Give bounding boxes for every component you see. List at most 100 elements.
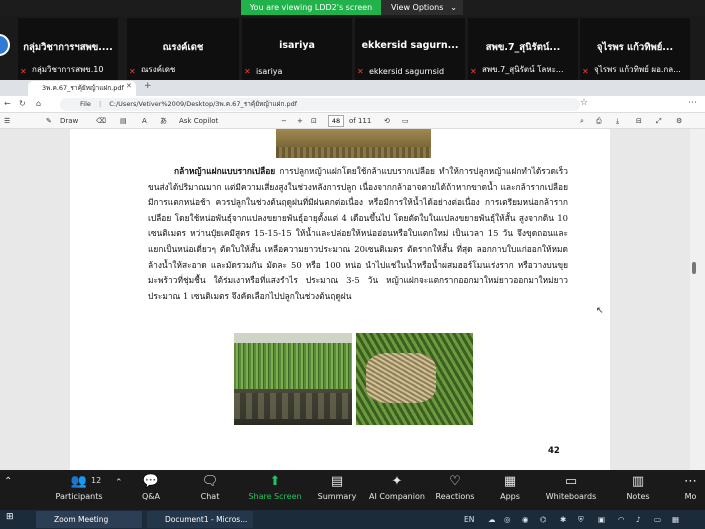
- viewing-screen-banner: You are viewing LDD2's screen: [241, 0, 381, 15]
- url-field[interactable]: File | C:/Users/Vetiver%2009/Desktop/3พ.…: [60, 98, 580, 111]
- save-as-icon[interactable]: ⊟: [636, 115, 642, 127]
- back-icon[interactable]: ←: [4, 99, 11, 108]
- participant-label: สพข.7_สุนิรัตน์ โลหะ...: [482, 65, 564, 74]
- muted-mic-icon: ✕: [129, 67, 136, 76]
- home-icon[interactable]: ⌂: [36, 99, 41, 108]
- zoom-in-button[interactable]: +: [297, 115, 303, 127]
- reactions-label: Reactions: [435, 492, 475, 501]
- apps-button[interactable]: ▦ Apps: [479, 472, 541, 501]
- two-page-icon[interactable]: ▭: [402, 115, 409, 127]
- volume-icon[interactable]: ♪: [636, 510, 641, 529]
- battery-icon[interactable]: ▭: [654, 510, 661, 529]
- ask-copilot-button[interactable]: Ask Copilot: [179, 115, 218, 127]
- zoom-out-button[interactable]: −: [281, 115, 287, 127]
- file-label: File: [80, 100, 91, 108]
- summary-button[interactable]: ▤ Summary: [306, 472, 368, 501]
- participant-tile[interactable]: กลุ่มวิชาการฯสพข.... ✕ กลุ่มวิชาการสพข.1…: [18, 18, 118, 80]
- display-icon[interactable]: ▣: [598, 510, 605, 529]
- network-icon[interactable]: ⌬: [540, 510, 547, 529]
- muted-mic-icon: ✕: [20, 67, 27, 76]
- save-icon[interactable]: ⤓: [616, 115, 619, 127]
- apps-label: Apps: [500, 492, 520, 501]
- rooted-slips-photo: [356, 333, 473, 425]
- ai-companion-button[interactable]: ✦ AI Companion: [362, 472, 432, 501]
- participant-label: isariya: [256, 67, 283, 76]
- cloud-sync-icon[interactable]: ☁: [488, 510, 496, 529]
- notes-icon: ▥: [631, 474, 645, 489]
- share-screen-icon: ⬆: [269, 474, 281, 489]
- new-tab-icon[interactable]: +: [144, 81, 152, 91]
- more-button[interactable]: ⋯ Mo: [676, 472, 705, 501]
- reactions-button[interactable]: ♡ Reactions: [424, 472, 486, 501]
- start-icon[interactable]: ⊞: [6, 512, 14, 522]
- view-options-button[interactable]: View Options ⌄: [381, 0, 463, 15]
- translate-icon[interactable]: あ: [160, 115, 167, 127]
- muted-mic-icon: ✕: [582, 67, 589, 76]
- participant-tile[interactable]: จุไรพร แก้วทิพย์... ✕ จุไรพร แก้วทิพย์ ผ…: [580, 18, 690, 80]
- reload-icon[interactable]: ↻: [19, 99, 26, 108]
- apps-icon: ▦: [503, 474, 517, 489]
- share-screen-button[interactable]: ⬆ Share Screen: [244, 472, 306, 501]
- close-tab-icon[interactable]: ✕: [126, 82, 132, 90]
- mouse-cursor-icon: ↖: [596, 306, 604, 316]
- whiteboards-icon: ▭: [564, 474, 578, 489]
- word-taskbar-item[interactable]: Document1 - Micros...: [147, 511, 253, 528]
- chat-button[interactable]: 🗨 Chat: [179, 472, 241, 501]
- chat-label: Chat: [200, 492, 220, 501]
- language-indicator[interactable]: EN: [464, 510, 474, 529]
- draw-icon[interactable]: ✎: [46, 115, 52, 127]
- more-icon: ⋯: [684, 474, 697, 489]
- chevron-down-icon: ⌄: [450, 3, 457, 12]
- summary-icon: ▤: [330, 474, 344, 489]
- zoom-task-label: Zoom Meeting: [54, 515, 109, 524]
- security-icon[interactable]: ⛨: [578, 510, 584, 529]
- qa-icon: 💬: [142, 474, 160, 489]
- participants-label: Participants: [55, 492, 103, 501]
- word-task-label: Document1 - Micros...: [165, 515, 248, 524]
- participant-tile[interactable]: สพข.7_สุนิรัตน์... ✕ สพข.7_สุนิรัตน์ โลห…: [468, 18, 578, 80]
- pdf-scrollbar[interactable]: [690, 129, 705, 470]
- scrollbar-thumb[interactable]: [692, 262, 696, 274]
- participant-tile[interactable]: ณรงค์เดช ✕ ณรงค์เดช: [127, 18, 239, 80]
- participant-name: สพข.7_สุนิรัตน์...: [485, 42, 561, 53]
- page-number-input[interactable]: 48: [328, 115, 344, 127]
- tab-title: 3พ.ค.67_ราคุ้ยัหญ้าแฝก.pdf: [42, 84, 124, 92]
- chat-icon: 🗨: [201, 474, 219, 489]
- erase-icon[interactable]: ⌫: [96, 115, 106, 127]
- browser-tab[interactable]: 3พ.ค.67_ราคุ้ยัหญ้าแฝก.pdf: [28, 81, 136, 96]
- settings-icon[interactable]: ⚙: [676, 115, 682, 127]
- participant-label: กลุ่มวิชาการสพข.10: [32, 65, 104, 74]
- participant-name: isariya: [279, 40, 315, 51]
- participant-tile[interactable]: ekkersid sagurn... ✕ ekkersid sagurnsid: [355, 18, 465, 80]
- page-view-icon[interactable]: ▤: [120, 115, 127, 127]
- draw-button[interactable]: Draw: [60, 115, 78, 127]
- chrome-tray-icon[interactable]: ◎: [504, 510, 511, 529]
- fit-page-icon[interactable]: ⊡: [311, 115, 317, 127]
- qa-label: Q&A: [141, 492, 160, 501]
- more-label: Mo: [684, 492, 697, 501]
- whiteboards-button[interactable]: ▭ Whiteboards: [540, 472, 602, 501]
- notifications-icon[interactable]: ▦: [672, 510, 679, 529]
- ai-companion-label: AI Companion: [369, 492, 425, 501]
- qa-button[interactable]: 💬 Q&A: [120, 472, 182, 501]
- muted-mic-icon: ✕: [357, 67, 364, 76]
- wifi-icon[interactable]: ◠: [618, 510, 625, 529]
- audio-menu-caret-icon[interactable]: ⌃: [4, 476, 12, 487]
- search-icon[interactable]: ⌕: [580, 115, 584, 127]
- browser-menu-icon[interactable]: ⋯: [688, 98, 697, 108]
- view-options-label: View Options: [391, 3, 444, 12]
- notes-button[interactable]: ▥ Notes: [607, 472, 669, 501]
- zoom-taskbar-item[interactable]: Zoom Meeting: [36, 511, 142, 528]
- zoom-tray-icon[interactable]: ◉: [522, 510, 529, 529]
- print-icon[interactable]: ⎙: [596, 115, 602, 127]
- participant-tile[interactable]: isariya ✕ isariya: [242, 18, 352, 80]
- reactions-icon: ♡: [449, 474, 461, 489]
- bluetooth-icon[interactable]: ✱: [560, 510, 566, 529]
- expand-icon[interactable]: ⤢: [656, 115, 662, 127]
- ai-companion-icon: ✦: [391, 474, 403, 489]
- share-screen-label: Share Screen: [248, 492, 302, 501]
- contents-icon[interactable]: ☰: [4, 115, 10, 127]
- read-aloud-icon[interactable]: A: [142, 115, 147, 127]
- favorite-star-icon[interactable]: ☆: [580, 98, 588, 108]
- rotate-icon[interactable]: ⟲: [384, 115, 390, 127]
